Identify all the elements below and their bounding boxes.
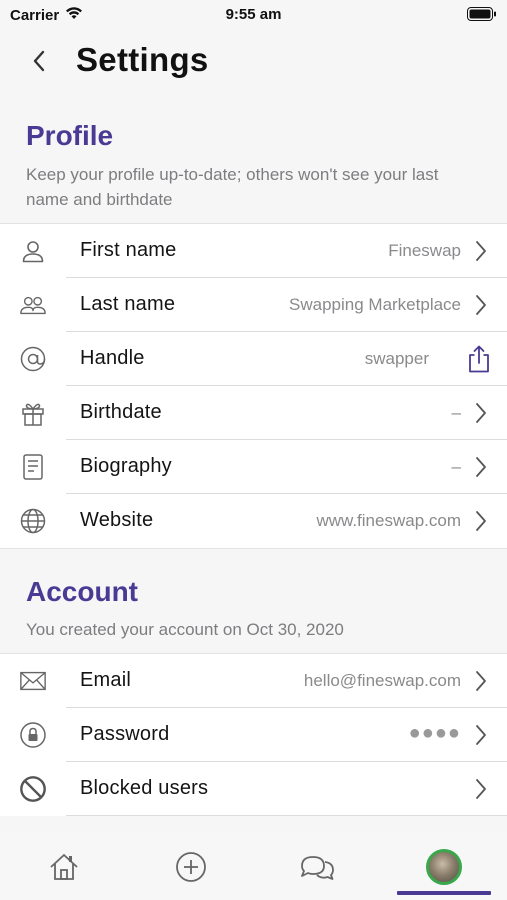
handle-row[interactable]: Handle swapper xyxy=(0,332,507,386)
page-title: Settings xyxy=(76,41,209,78)
active-tab-indicator xyxy=(397,891,491,895)
profile-settings-list: First name Fineswap Last name Swapping M… xyxy=(0,223,507,549)
back-button[interactable] xyxy=(24,46,54,76)
chevron-right-icon xyxy=(476,457,486,477)
chat-icon xyxy=(301,856,334,880)
account-section-description: You created your account on Oct 30, 2020 xyxy=(26,620,344,639)
handle-value: swapper xyxy=(364,349,429,368)
add-icon xyxy=(176,852,206,882)
account-settings-list: Email hello@fineswap.com Password ●●●● B… xyxy=(0,653,507,816)
tab-home[interactable] xyxy=(44,847,84,887)
home-icon xyxy=(50,854,78,880)
last-name-row[interactable]: Last name Swapping Marketplace xyxy=(0,278,507,332)
chevron-right-icon xyxy=(476,511,486,531)
biography-label: Biography xyxy=(80,455,172,477)
biography-value: – xyxy=(451,457,461,476)
chevron-right-icon xyxy=(476,295,486,315)
profile-section-description: Keep your profile up-to-date; others won… xyxy=(26,165,439,209)
website-value: www.fineswap.com xyxy=(316,511,461,530)
website-row[interactable]: Website www.fineswap.com xyxy=(0,494,507,548)
envelope-icon xyxy=(19,667,47,695)
tab-bar xyxy=(0,833,507,900)
blocked-users-row[interactable]: Blocked users xyxy=(0,762,507,816)
block-icon xyxy=(19,775,47,803)
blocked-users-label: Blocked users xyxy=(80,777,209,799)
navigation-bar: Settings xyxy=(0,36,507,86)
lock-icon xyxy=(19,721,47,749)
handle-label: Handle xyxy=(80,347,145,369)
birthdate-value: – xyxy=(451,403,461,422)
first-name-row[interactable]: First name Fineswap xyxy=(0,224,507,278)
birthdate-label: Birthdate xyxy=(80,401,162,423)
at-icon xyxy=(19,345,47,373)
password-row[interactable]: Password ●●●● xyxy=(0,708,507,762)
avatar xyxy=(426,849,462,885)
gift-icon xyxy=(19,399,47,427)
share-icon[interactable] xyxy=(466,344,492,374)
chevron-right-icon xyxy=(476,725,486,745)
birthdate-row[interactable]: Birthdate – xyxy=(0,386,507,440)
last-name-label: Last name xyxy=(80,293,176,315)
status-time: 9:55 am xyxy=(225,6,282,23)
biography-row[interactable]: Biography – xyxy=(0,440,507,494)
chevron-right-icon xyxy=(476,241,486,261)
tab-add[interactable] xyxy=(171,847,211,887)
chevron-right-icon xyxy=(476,671,486,691)
tab-chat[interactable] xyxy=(297,847,337,887)
profile-section-title: Profile xyxy=(26,120,114,151)
email-row[interactable]: Email hello@fineswap.com xyxy=(0,654,507,708)
person-icon xyxy=(19,237,47,265)
battery-icon xyxy=(467,7,497,25)
first-name-value: Fineswap xyxy=(388,241,461,260)
globe-icon xyxy=(19,507,47,535)
password-label: Password xyxy=(80,723,170,745)
chevron-right-icon xyxy=(476,403,486,423)
account-section-title: Account xyxy=(26,576,138,607)
people-icon xyxy=(19,291,47,319)
password-value: ●●●● xyxy=(408,722,461,744)
status-bar: Carrier 9:55 am xyxy=(0,0,507,28)
first-name-label: First name xyxy=(80,239,177,261)
tab-profile[interactable] xyxy=(424,847,464,887)
email-label: Email xyxy=(80,669,132,691)
last-name-value: Swapping Marketplace xyxy=(289,295,461,314)
document-icon xyxy=(19,453,47,481)
chevron-right-icon xyxy=(476,779,486,799)
website-label: Website xyxy=(80,509,154,531)
email-value: hello@fineswap.com xyxy=(303,671,461,690)
chevron-left-icon xyxy=(33,50,45,72)
